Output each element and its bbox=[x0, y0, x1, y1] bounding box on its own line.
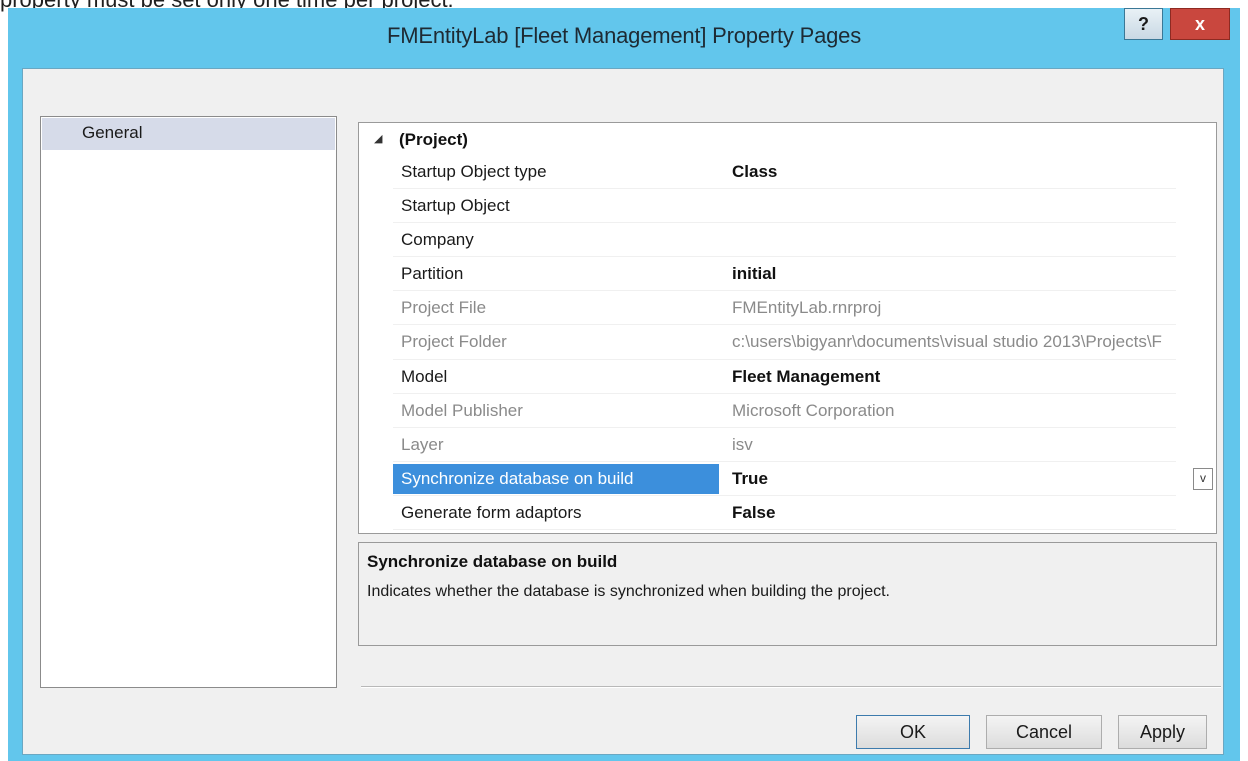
property-name: Layer bbox=[401, 434, 444, 454]
row-divider bbox=[393, 529, 1176, 531]
chevron-down-icon[interactable]: v bbox=[1193, 467, 1213, 490]
property-value[interactable] bbox=[732, 225, 1216, 255]
category-nav-pane: General bbox=[40, 116, 337, 688]
property-row[interactable]: Startup Object bbox=[359, 191, 1216, 225]
help-icon: ? bbox=[1138, 13, 1149, 34]
row-divider bbox=[393, 358, 1176, 360]
property-name: Model Publisher bbox=[401, 400, 523, 420]
property-rows: Startup Object type Class Startup Object Co… bbox=[359, 157, 1216, 532]
description-title: Synchronize database on build bbox=[367, 552, 618, 571]
collapse-triangle-icon[interactable]: ◢ bbox=[374, 132, 382, 145]
window-title: FMEntityLab [Fleet Management] Property … bbox=[386, 23, 861, 48]
property-name: Startup Object type bbox=[401, 162, 547, 181]
ok-button[interactable]: OK bbox=[856, 715, 970, 749]
row-divider bbox=[393, 426, 1176, 428]
property-row[interactable]: Model Publisher Microsoft Corporation bbox=[359, 396, 1216, 430]
row-divider bbox=[393, 494, 1176, 496]
close-button[interactable]: x bbox=[1170, 8, 1230, 40]
property-value: c:\users\bigyanr\documents\visual studio… bbox=[732, 332, 1162, 352]
property-name: Startup Object bbox=[401, 196, 510, 216]
nav-item-general[interactable]: General bbox=[42, 118, 335, 150]
property-value: Microsoft Corporation bbox=[732, 400, 895, 420]
property-name: Project File bbox=[401, 298, 487, 318]
row-divider bbox=[393, 324, 1176, 326]
dialog-client-area: General ◢ (Project) Startup Object type C… bbox=[22, 68, 1224, 755]
property-value[interactable]: Fleet Management bbox=[732, 362, 1216, 392]
property-row[interactable]: Model Fleet Management bbox=[359, 362, 1216, 396]
row-divider bbox=[393, 392, 1176, 394]
property-name: Project Folder bbox=[401, 332, 507, 352]
property-name: Company bbox=[401, 230, 474, 250]
row-divider bbox=[393, 290, 1176, 292]
description-pane: Synchronize database on build Indicates … bbox=[358, 542, 1217, 646]
row-divider bbox=[393, 460, 1176, 462]
property-name: Synchronize database on build bbox=[393, 463, 719, 494]
property-row[interactable]: Partition initial bbox=[359, 259, 1216, 293]
property-value[interactable]: False bbox=[732, 498, 1216, 528]
property-row[interactable]: Synchronize database on build True v bbox=[359, 463, 1216, 498]
row-divider bbox=[393, 256, 1176, 258]
property-row[interactable]: Project Folder c:\users\bigyanr\documents… bbox=[359, 327, 1216, 361]
property-value: FMEntityLab.rnrproj bbox=[732, 298, 882, 318]
property-row[interactable]: Company bbox=[359, 225, 1216, 259]
row-divider bbox=[393, 188, 1176, 190]
title-bar[interactable]: FMEntityLab [Fleet Management] Property … bbox=[8, 8, 1240, 68]
category-header-project[interactable]: ◢ (Project) bbox=[359, 123, 1216, 157]
row-divider bbox=[393, 222, 1176, 224]
category-label: (Project) bbox=[399, 130, 468, 149]
close-icon: x bbox=[1194, 13, 1205, 34]
property-name: Model bbox=[401, 366, 448, 386]
divider-line bbox=[361, 686, 1221, 688]
description-text: Indicates whether the database is synchr… bbox=[367, 583, 890, 600]
property-value: isv bbox=[732, 434, 753, 454]
property-name: Partition bbox=[401, 264, 464, 284]
property-row[interactable]: Project File FMEntityLab.rnrproj bbox=[359, 293, 1216, 327]
property-name: Generate form adaptors bbox=[401, 502, 582, 522]
property-value[interactable] bbox=[732, 191, 1216, 221]
property-value[interactable]: True bbox=[732, 464, 1216, 494]
cancel-button[interactable]: Cancel bbox=[986, 715, 1102, 749]
property-pages-window: FMEntityLab [Fleet Management] Property … bbox=[8, 8, 1240, 761]
property-row[interactable]: Startup Object type Class bbox=[359, 157, 1216, 191]
property-value[interactable]: Class bbox=[732, 157, 1216, 187]
property-value[interactable]: initial bbox=[732, 259, 1216, 289]
help-button[interactable]: ? bbox=[1124, 8, 1163, 40]
screenshot-stage: property must be set only one time per p… bbox=[0, 0, 1248, 761]
property-row[interactable]: Layer isv bbox=[359, 430, 1216, 464]
property-row[interactable]: Generate form adaptors False bbox=[359, 498, 1216, 532]
apply-button[interactable]: Apply bbox=[1118, 715, 1207, 749]
property-grid: ◢ (Project) Startup Object type Class Star… bbox=[358, 122, 1217, 534]
